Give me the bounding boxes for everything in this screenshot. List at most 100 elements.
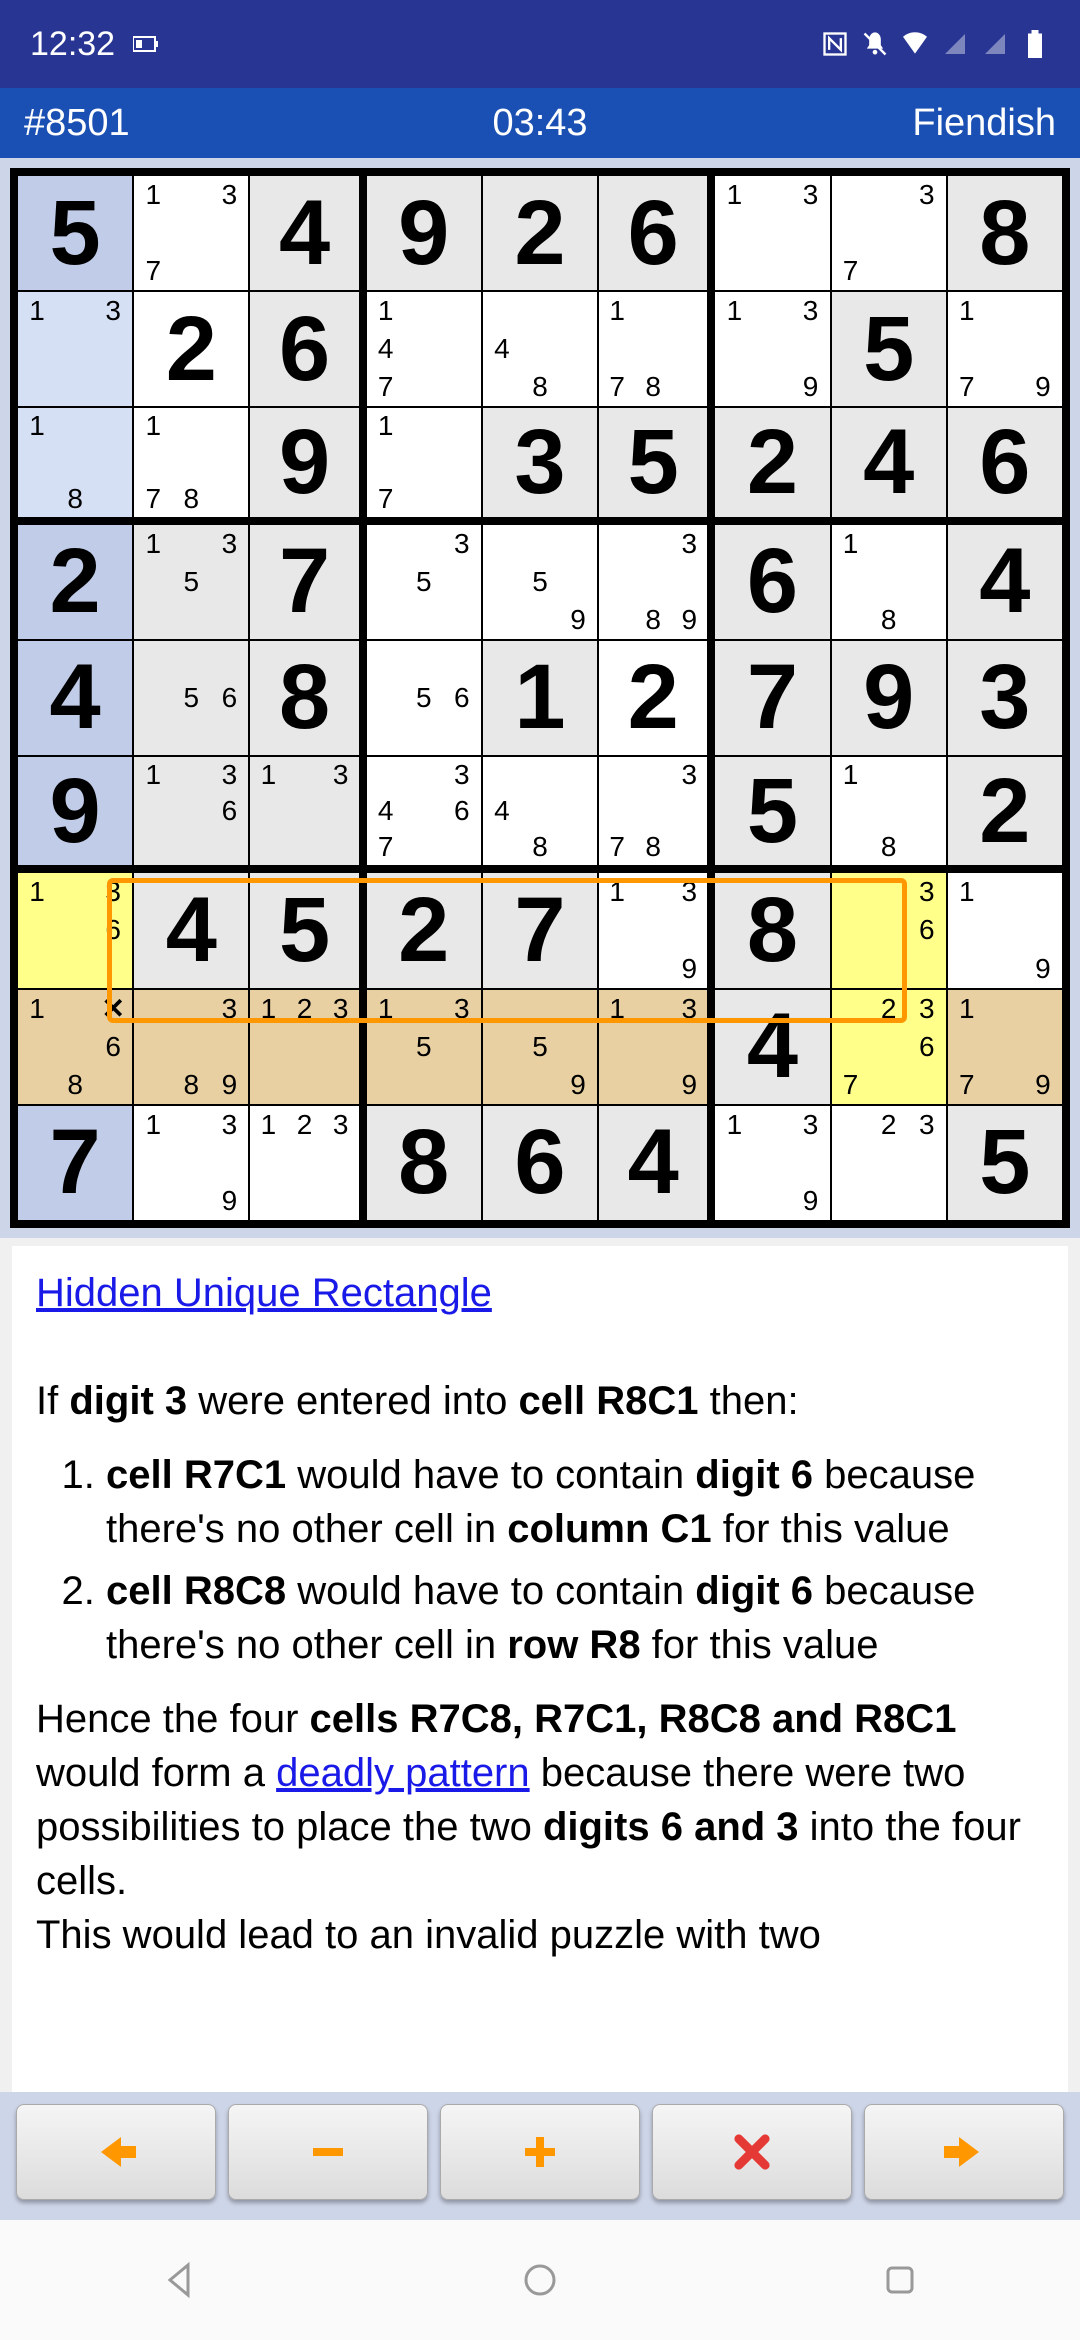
cell-r5c8[interactable]: 9 bbox=[832, 641, 946, 755]
cell-r1c8[interactable]: 37 bbox=[832, 176, 946, 290]
cell-r7c9[interactable]: 19 bbox=[948, 873, 1062, 987]
cell-r2c9[interactable]: 179 bbox=[948, 292, 1062, 406]
sudoku-grid[interactable]: 5137492613378132614748178139517918178917… bbox=[10, 168, 1070, 1228]
cell-r7c5[interactable]: 7 bbox=[483, 873, 597, 987]
cell-r5c1[interactable]: 4 bbox=[18, 641, 132, 755]
cell-r3c6[interactable]: 5 bbox=[599, 408, 713, 522]
cell-r4c4[interactable]: 35 bbox=[367, 525, 481, 639]
cell-r8c2[interactable]: 389 bbox=[134, 990, 248, 1104]
cell-r5c2[interactable]: 56 bbox=[134, 641, 248, 755]
cell-r1c9[interactable]: 8 bbox=[948, 176, 1062, 290]
cell-r7c6[interactable]: 139 bbox=[599, 873, 713, 987]
cell-r9c1[interactable]: 7 bbox=[18, 1106, 132, 1220]
cell-r9c4[interactable]: 8 bbox=[367, 1106, 481, 1220]
cell-r1c7[interactable]: 13 bbox=[715, 176, 829, 290]
cell-r1c3[interactable]: 4 bbox=[250, 176, 364, 290]
cell-r4c5[interactable]: 59 bbox=[483, 525, 597, 639]
cell-r6c8[interactable]: 18 bbox=[832, 757, 946, 871]
cell-r8c7[interactable]: 4 bbox=[715, 990, 829, 1104]
cell-r9c9[interactable]: 5 bbox=[948, 1106, 1062, 1220]
plus-button[interactable] bbox=[440, 2104, 640, 2200]
cell-r2c4[interactable]: 147 bbox=[367, 292, 481, 406]
cell-r6c2[interactable]: 136 bbox=[134, 757, 248, 871]
cell-r3c4[interactable]: 17 bbox=[367, 408, 481, 522]
cell-r9c7[interactable]: 139 bbox=[715, 1106, 829, 1220]
cell-r1c4[interactable]: 9 bbox=[367, 176, 481, 290]
cell-r8c6[interactable]: 139 bbox=[599, 990, 713, 1104]
cell-r2c5[interactable]: 48 bbox=[483, 292, 597, 406]
cell-r6c6[interactable]: 378 bbox=[599, 757, 713, 871]
home-nav-button[interactable] bbox=[515, 2255, 565, 2305]
cell-r3c9[interactable]: 6 bbox=[948, 408, 1062, 522]
cell-r3c1[interactable]: 18 bbox=[18, 408, 132, 522]
cell-r9c5[interactable]: 6 bbox=[483, 1106, 597, 1220]
cell-value: 6 bbox=[279, 297, 330, 402]
recent-nav-button[interactable] bbox=[875, 2255, 925, 2305]
cell-r4c6[interactable]: 389 bbox=[599, 525, 713, 639]
cell-r2c3[interactable]: 6 bbox=[250, 292, 364, 406]
cell-r2c7[interactable]: 139 bbox=[715, 292, 829, 406]
cell-r6c9[interactable]: 2 bbox=[948, 757, 1062, 871]
cell-r5c6[interactable]: 2 bbox=[599, 641, 713, 755]
prev-button[interactable] bbox=[16, 2104, 216, 2200]
next-button[interactable] bbox=[864, 2104, 1064, 2200]
technique-link[interactable]: Hidden Unique Rectangle bbox=[36, 1271, 492, 1315]
cell-r2c6[interactable]: 178 bbox=[599, 292, 713, 406]
cell-r8c8[interactable]: 2367 bbox=[832, 990, 946, 1104]
cell-r9c2[interactable]: 139 bbox=[134, 1106, 248, 1220]
minus-button[interactable] bbox=[228, 2104, 428, 2200]
cell-r5c5[interactable]: 1 bbox=[483, 641, 597, 755]
cell-r8c3[interactable]: 123 bbox=[250, 990, 364, 1104]
status-bar: 12:32 bbox=[0, 0, 1080, 88]
pencil-marks: 13 bbox=[250, 757, 358, 865]
cell-r5c4[interactable]: 56 bbox=[367, 641, 481, 755]
cell-r8c5[interactable]: 59 bbox=[483, 990, 597, 1104]
cell-r5c9[interactable]: 3 bbox=[948, 641, 1062, 755]
cell-r4c9[interactable]: 4 bbox=[948, 525, 1062, 639]
back-nav-button[interactable] bbox=[155, 2255, 205, 2305]
cell-r5c3[interactable]: 8 bbox=[250, 641, 364, 755]
cell-r4c7[interactable]: 6 bbox=[715, 525, 829, 639]
cancel-button[interactable] bbox=[652, 2104, 852, 2200]
cell-r1c1[interactable]: 5 bbox=[18, 176, 132, 290]
cell-r2c8[interactable]: 5 bbox=[832, 292, 946, 406]
cell-r8c1[interactable]: 1✕68 bbox=[18, 990, 132, 1104]
cell-r7c3[interactable]: 5 bbox=[250, 873, 364, 987]
cell-r5c7[interactable]: 7 bbox=[715, 641, 829, 755]
cell-r1c2[interactable]: 137 bbox=[134, 176, 248, 290]
cell-r6c4[interactable]: 3467 bbox=[367, 757, 481, 871]
cell-r4c1[interactable]: 2 bbox=[18, 525, 132, 639]
cell-r1c6[interactable]: 6 bbox=[599, 176, 713, 290]
cell-r4c2[interactable]: 135 bbox=[134, 525, 248, 639]
cell-r3c8[interactable]: 4 bbox=[832, 408, 946, 522]
cell-r2c2[interactable]: 2 bbox=[134, 292, 248, 406]
cell-value: 3 bbox=[514, 410, 565, 515]
cell-r7c1[interactable]: 136 bbox=[18, 873, 132, 987]
cell-r7c2[interactable]: 4 bbox=[134, 873, 248, 987]
pencil-marks: 18 bbox=[18, 408, 132, 516]
cell-r3c5[interactable]: 3 bbox=[483, 408, 597, 522]
cell-r8c9[interactable]: 179 bbox=[948, 990, 1062, 1104]
cell-r7c8[interactable]: 36 bbox=[832, 873, 946, 987]
pencil-marks: 378 bbox=[599, 757, 707, 865]
cell-r9c6[interactable]: 4 bbox=[599, 1106, 713, 1220]
cell-r6c7[interactable]: 5 bbox=[715, 757, 829, 871]
cell-r3c2[interactable]: 178 bbox=[134, 408, 248, 522]
cell-r2c1[interactable]: 13 bbox=[18, 292, 132, 406]
cell-r6c1[interactable]: 9 bbox=[18, 757, 132, 871]
cell-r7c7[interactable]: 8 bbox=[715, 873, 829, 987]
reasoning-list: cell R7C1 would have to contain digit 6 … bbox=[106, 1448, 1044, 1672]
cell-r3c7[interactable]: 2 bbox=[715, 408, 829, 522]
cell-r1c5[interactable]: 2 bbox=[483, 176, 597, 290]
cell-r8c4[interactable]: 135 bbox=[367, 990, 481, 1104]
cell-r3c3[interactable]: 9 bbox=[250, 408, 364, 522]
cell-r9c8[interactable]: 23 bbox=[832, 1106, 946, 1220]
cell-r6c5[interactable]: 48 bbox=[483, 757, 597, 871]
cell-r4c3[interactable]: 7 bbox=[250, 525, 364, 639]
cell-r6c3[interactable]: 13 bbox=[250, 757, 364, 871]
cell-r9c3[interactable]: 123 bbox=[250, 1106, 364, 1220]
cell-r7c4[interactable]: 2 bbox=[367, 873, 481, 987]
deadly-pattern-link[interactable]: deadly pattern bbox=[276, 1751, 530, 1795]
cell-r4c8[interactable]: 18 bbox=[832, 525, 946, 639]
explanation-panel[interactable]: Hidden Unique Rectangle If digit 3 were … bbox=[12, 1246, 1068, 2092]
